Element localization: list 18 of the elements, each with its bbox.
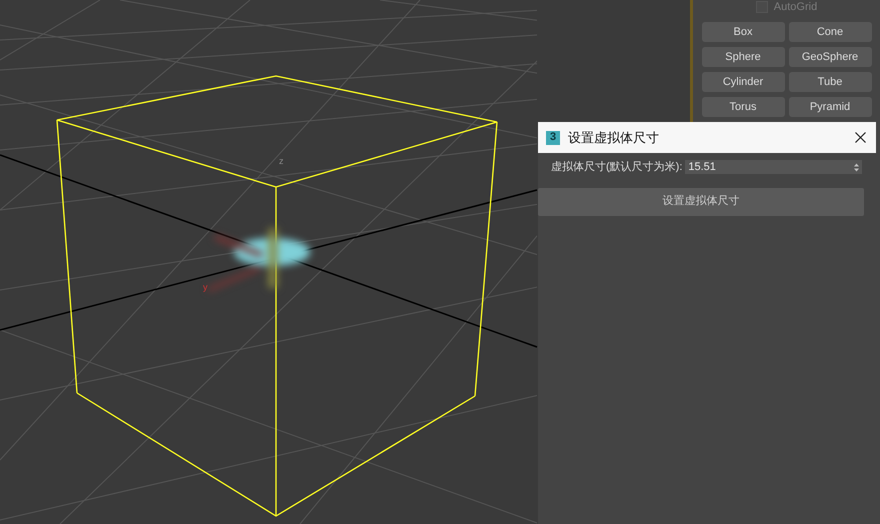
size-label: 虚拟体尺寸(默认尺寸为米): xyxy=(551,160,682,175)
spinner-arrows-icon[interactable] xyxy=(854,162,860,172)
create-object-button[interactable]: Tube xyxy=(788,72,872,92)
axis-label: y xyxy=(203,283,208,292)
create-object-button[interactable]: Pyramid xyxy=(788,97,872,117)
create-object-button[interactable]: Torus xyxy=(702,97,784,117)
axis-label: z xyxy=(279,157,284,166)
size-spinner-field[interactable]: 15.51 xyxy=(685,160,862,174)
close-icon[interactable] xyxy=(855,132,866,143)
create-object-button[interactable]: GeoSphere xyxy=(788,47,872,67)
autogrid-label: AutoGrid xyxy=(774,0,818,15)
set-size-button[interactable]: 设置虚拟体尺寸 xyxy=(538,188,864,216)
create-object-button[interactable]: Cylinder xyxy=(702,72,784,92)
create-object-button[interactable]: Cone xyxy=(788,22,872,42)
dialog-title: 设置虚拟体尺寸 xyxy=(568,128,659,147)
app-icon: 3 xyxy=(546,130,560,144)
create-object-button[interactable]: Box xyxy=(702,22,784,42)
create-object-button[interactable]: Sphere xyxy=(702,47,784,67)
